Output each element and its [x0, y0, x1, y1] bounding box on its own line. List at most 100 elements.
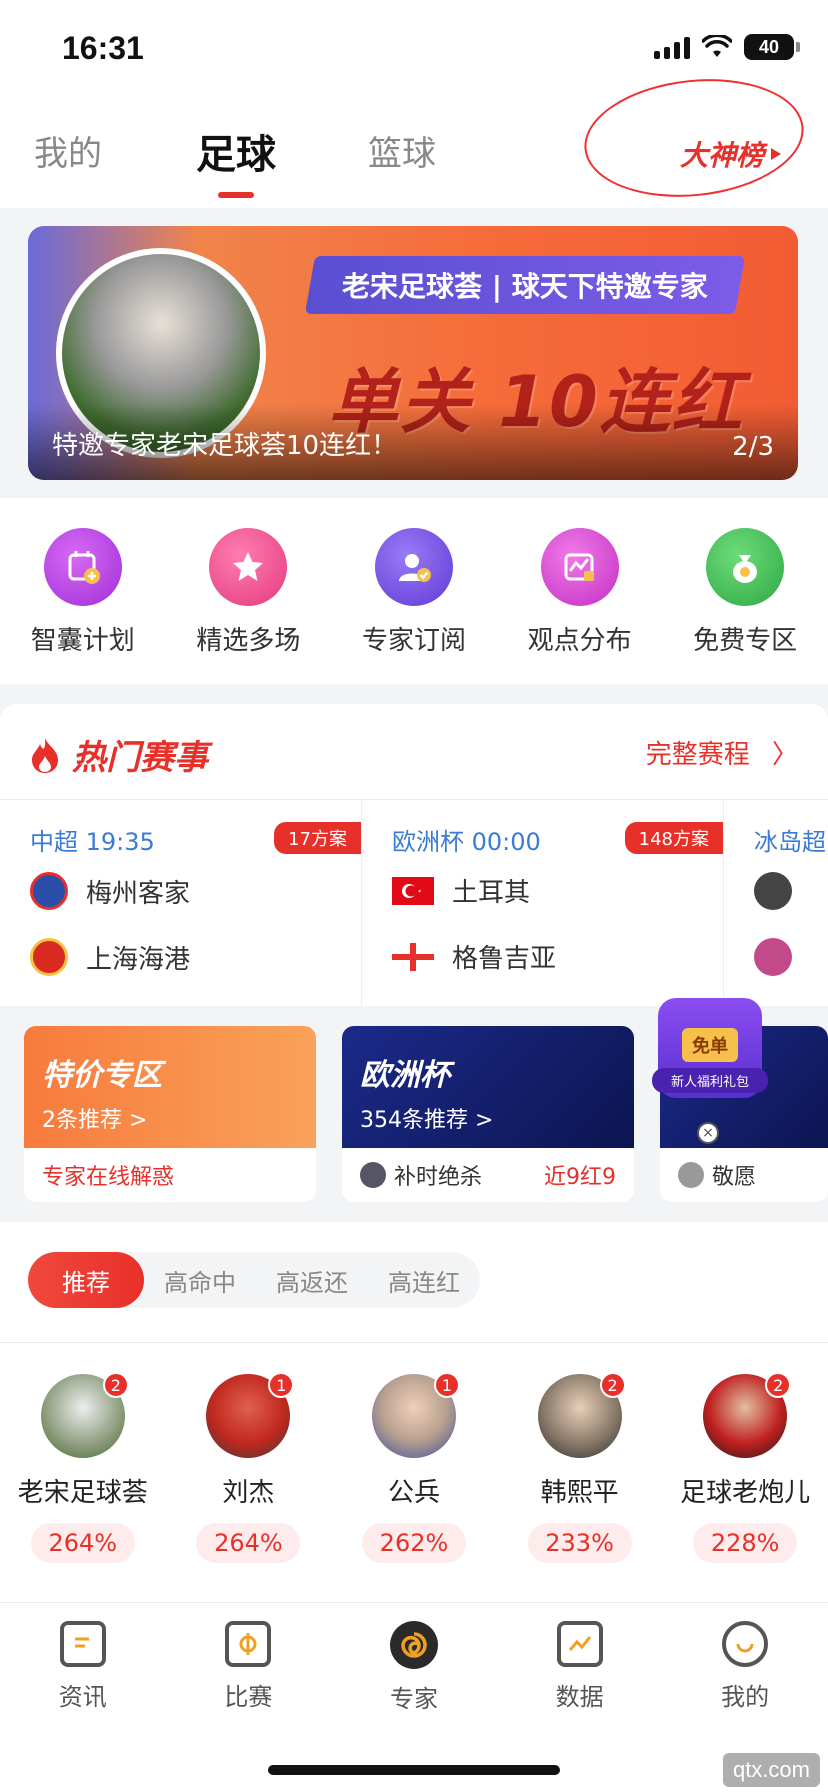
promo-title: 特价专区	[42, 1058, 162, 1093]
expert-item[interactable]: 1 公兵 262%	[331, 1372, 497, 1563]
quick-actions: 智囊计划 精选多场 专家订阅 观点分布 免费专区	[0, 498, 828, 684]
quick-item-multi[interactable]: 精选多场	[166, 498, 332, 684]
team-logo-icon	[754, 872, 792, 910]
turkey-flag-icon	[392, 876, 434, 905]
expert-badge: 1	[268, 1372, 295, 1398]
quick-item-free[interactable]: 免费专区	[662, 498, 828, 684]
quick-label: 观点分布	[527, 626, 632, 656]
expert-item[interactable]: 2 韩熙平 233%	[497, 1372, 663, 1563]
expert-rate: 264%	[196, 1523, 301, 1563]
match-card[interactable]: 冰岛超	[724, 800, 828, 1006]
promo-card-foot: 敬愿	[660, 1148, 828, 1202]
banner-page-indicator: 2/3	[732, 432, 774, 462]
calendar-plus-icon	[43, 528, 122, 606]
plan-count-badge: 17方案	[274, 822, 361, 854]
match-carousel[interactable]: 中超 19:35 17方案 梅州客家 上海海港 欧洲杯 00:00 148方案 …	[0, 800, 828, 1006]
avatar: 2	[703, 1372, 792, 1458]
home-team: 梅州客家	[30, 872, 190, 910]
promo-foot-text: 敬愿	[712, 1165, 757, 1190]
quick-item-plan[interactable]: 智囊计划	[0, 498, 166, 684]
tab-football[interactable]: 足球	[196, 122, 276, 198]
nav-label: 我的	[721, 1683, 770, 1711]
nav-label: 比赛	[224, 1683, 273, 1711]
away-team: 格鲁吉亚	[392, 938, 556, 975]
promo-card-euro[interactable]: 欧洲杯 354条推荐 > 补时绝杀 近9红9	[342, 1026, 634, 1202]
avatar: 1	[206, 1372, 295, 1458]
filter-return[interactable]: 高返还	[256, 1252, 368, 1308]
hot-title-text: 热门赛事	[72, 738, 208, 778]
nav-label: 数据	[555, 1683, 604, 1711]
bottom-nav: 资讯 比赛 专家 数据 我的 qtx.com	[0, 1602, 828, 1792]
nav-experts[interactable]: 专家	[331, 1603, 497, 1714]
nav-news[interactable]: 资讯	[0, 1603, 166, 1714]
filter-recommend[interactable]: 推荐	[28, 1252, 144, 1308]
match-league-time: 冰岛超	[754, 828, 826, 856]
rank-link[interactable]: 大神榜	[680, 134, 782, 174]
match-card[interactable]: 中超 19:35 17方案 梅州客家 上海海港	[0, 800, 362, 1006]
divider	[0, 1342, 828, 1343]
expert-badge: 2	[102, 1372, 129, 1398]
nav-mine[interactable]: 我的	[662, 1603, 828, 1714]
expert-name: 韩熙平	[540, 1478, 619, 1508]
quick-item-subscribe[interactable]: 专家订阅	[331, 498, 497, 684]
nav-label: 专家	[389, 1685, 438, 1713]
hot-title: 热门赛事	[28, 730, 208, 779]
tab-mine[interactable]: 我的	[34, 126, 102, 175]
flame-icon	[32, 737, 58, 773]
filter-hit-rate[interactable]: 高命中	[144, 1252, 256, 1308]
expert-item[interactable]: 2 老宋足球荟 264%	[0, 1372, 166, 1563]
expert-item[interactable]: 2 足球老炮儿 228%	[662, 1372, 828, 1563]
away-team-name: 格鲁吉亚	[452, 944, 557, 974]
banner-pill-text: 老宋足球荟 | 球天下特邀专家	[342, 270, 708, 303]
home-indicator[interactable]	[268, 1765, 560, 1775]
expert-name: 老宋足球荟	[17, 1478, 148, 1508]
top-tabs: 我的 足球 篮球 大神榜	[0, 100, 828, 208]
expert-badge: 2	[765, 1372, 792, 1398]
match-icon	[225, 1621, 272, 1667]
status-icons: 40	[654, 34, 800, 60]
full-schedule-link[interactable]: 完整赛程 〉	[646, 734, 798, 771]
nav-data[interactable]: 数据	[497, 1603, 663, 1714]
status-time: 16:31	[62, 30, 144, 66]
plan-count-badge: 148方案	[624, 822, 723, 854]
match-card[interactable]: 欧洲杯 00:00 148方案 土耳其 格鲁吉亚	[362, 800, 724, 1006]
hot-header: 热门赛事 完整赛程 〉	[0, 704, 828, 800]
promo-sub: 2条推荐 >	[42, 1108, 148, 1133]
smile-icon	[722, 1621, 769, 1667]
experts-section: 推荐 高命中 高返还 高连红 2 老宋足球荟 264% 1 刘杰 264% 1 …	[0, 1222, 828, 1602]
gift-label: 新人福利礼包	[652, 1068, 768, 1093]
home-team	[754, 872, 792, 910]
news-icon	[59, 1621, 106, 1667]
new-user-gift-float[interactable]: 免单 新人福利礼包 ×	[652, 988, 768, 1144]
close-icon[interactable]: ×	[697, 1122, 719, 1144]
expert-item[interactable]: 1 刘杰 264%	[166, 1372, 332, 1563]
promo-card-top: 特价专区 2条推荐 >	[24, 1026, 316, 1148]
expert-rate: 233%	[527, 1523, 632, 1563]
quick-label: 智囊计划	[30, 626, 135, 656]
quick-label: 精选多场	[196, 626, 301, 656]
nav-label: 资讯	[58, 1683, 107, 1711]
star-icon	[209, 528, 288, 606]
promo-card-foot: 补时绝杀 近9红9	[342, 1148, 634, 1202]
rank-label: 大神榜	[679, 139, 764, 172]
avatar: 2	[40, 1372, 129, 1458]
user-check-icon	[374, 528, 453, 606]
triangle-right-icon	[771, 148, 781, 160]
chevron-right-icon: 〉	[771, 740, 798, 770]
chart-icon	[540, 528, 619, 606]
promo-card-special[interactable]: 特价专区 2条推荐 > 专家在线解惑	[24, 1026, 316, 1202]
quick-item-opinion[interactable]: 观点分布	[497, 498, 663, 684]
tab-basketball[interactable]: 篮球	[368, 126, 436, 175]
filter-streak[interactable]: 高连红	[368, 1252, 480, 1308]
status-bar: 16:31 40	[0, 0, 828, 100]
filter-chips: 推荐 高命中 高返还 高连红	[28, 1252, 480, 1308]
nav-matches[interactable]: 比赛	[166, 1603, 332, 1714]
promo-banner[interactable]: 老宋足球荟 | 球天下特邀专家 单关 10连红 特邀专家老宋足球荟10连红！ 2…	[28, 226, 798, 480]
team-logo-icon	[30, 938, 68, 976]
watermark: qtx.com	[722, 1753, 820, 1787]
wifi-icon	[702, 35, 732, 57]
team-logo-icon	[754, 938, 792, 976]
avatar: 1	[371, 1372, 460, 1458]
gift-tag: 免单	[682, 1028, 738, 1062]
battery-icon: 40	[744, 34, 800, 60]
